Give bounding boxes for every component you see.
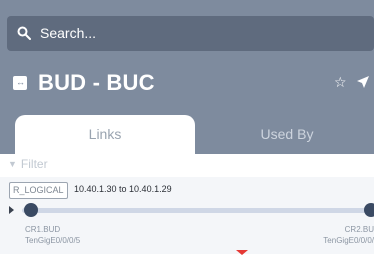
tab-links-label: Links (88, 126, 122, 142)
link-row[interactable]: R_LOGICAL 10.40.1.30 to 10.40.1.29 CR1.B… (0, 177, 374, 255)
z-end-interface: TenGigE0/0/0/ (323, 236, 374, 245)
object-title: BUD - BUC (38, 70, 155, 95)
expand-arrow-icon[interactable] (9, 206, 14, 214)
filter-chevron-icon: ▼ (8, 159, 17, 169)
tab-links[interactable]: Links (15, 115, 195, 154)
a-end-endpoint: CR1.BUD TenGigE0/0/0/5 (25, 224, 80, 246)
filter-toggle[interactable]: ▼ Filter (8, 154, 374, 174)
tab-used-by-label: Used By (260, 126, 314, 142)
a-end-device: CR1.BUD (25, 225, 61, 234)
z-end-device: CR2.BU (344, 225, 374, 234)
link-object-icon: ↔ (13, 76, 27, 90)
navigate-arrow-icon[interactable] (356, 75, 370, 89)
link-type-badge: R_LOGICAL (9, 182, 68, 199)
filter-label: Filter (20, 157, 48, 171)
search-placeholder[interactable]: Search... (40, 25, 96, 41)
tab-used-by[interactable]: Used By (200, 115, 374, 154)
z-end-node[interactable] (364, 203, 374, 217)
a-end-node[interactable] (24, 203, 38, 217)
a-end-interface: TenGigE0/0/0/5 (25, 236, 81, 245)
z-end-endpoint: CR2.BU TenGigE0/0/0/ (304, 224, 374, 246)
search-box[interactable]: Search... (7, 16, 374, 51)
favorite-star-icon[interactable]: ☆ (334, 74, 347, 91)
link-line (22, 208, 374, 213)
object-header: Search... ↔ BUD - BUC ☆ Links Used By (0, 0, 374, 154)
alarm-indicator-icon (236, 250, 248, 255)
link-name[interactable]: 10.40.1.30 to 10.40.1.29 (74, 184, 172, 194)
search-icon (17, 26, 31, 40)
